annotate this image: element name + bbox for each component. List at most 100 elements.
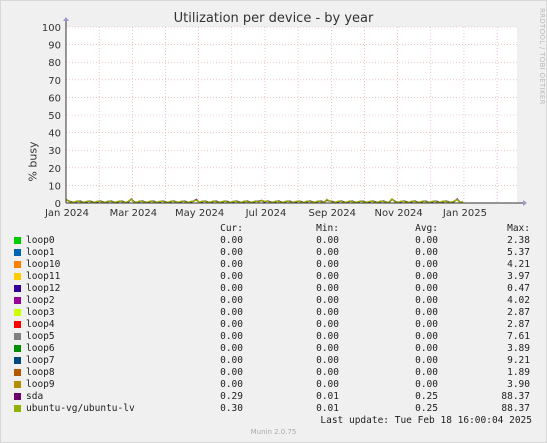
legend-swatch bbox=[14, 261, 21, 268]
legend-value-max: 4.21 bbox=[507, 259, 530, 270]
y-tick-label: 30 bbox=[48, 146, 61, 157]
legend-value-min: 0.00 bbox=[316, 235, 339, 246]
legend-value-cur: 0.00 bbox=[220, 319, 243, 330]
legend-value-max: 7.61 bbox=[507, 331, 530, 342]
legend-series-name: loop5 bbox=[26, 331, 55, 342]
y-tick-label: 70 bbox=[48, 76, 61, 87]
legend-value-cur: 0.30 bbox=[220, 403, 243, 414]
legend-value-cur: 0.00 bbox=[220, 247, 243, 258]
legend-value-cur: 0.00 bbox=[220, 283, 243, 294]
x-tick-label: Jul 2024 bbox=[245, 208, 287, 219]
legend-row: loop11 0.00 0.00 0.00 3.97 bbox=[0, 271, 547, 283]
legend-swatch bbox=[14, 297, 21, 304]
legend-series-name: loop8 bbox=[26, 367, 55, 378]
last-update: Last update: Tue Feb 18 16:00:04 2025 bbox=[320, 415, 532, 426]
legend-value-cur: 0.00 bbox=[220, 355, 243, 366]
legend-value-avg: 0.00 bbox=[415, 379, 438, 390]
legend-row: loop6 0.00 0.00 0.00 3.89 bbox=[0, 343, 547, 355]
x-tick-label: Jan 2024 bbox=[44, 208, 89, 219]
legend-row: loop1 0.00 0.00 0.00 5.37 bbox=[0, 247, 547, 259]
legend-value-avg: 0.00 bbox=[415, 331, 438, 342]
legend-value-min: 0.00 bbox=[316, 271, 339, 282]
legend-row: loop5 0.00 0.00 0.00 7.61 bbox=[0, 331, 547, 343]
legend-value-min: 0.00 bbox=[316, 283, 339, 294]
legend-value-max: 5.37 bbox=[507, 247, 530, 258]
legend-value-min: 0.01 bbox=[316, 403, 339, 414]
legend-value-cur: 0.00 bbox=[220, 259, 243, 270]
legend-series-name: loop10 bbox=[26, 259, 61, 270]
y-tick-label: 100 bbox=[42, 23, 61, 34]
legend-swatch bbox=[14, 405, 21, 412]
legend-value-cur: 0.00 bbox=[220, 343, 243, 354]
legend-value-avg: 0.00 bbox=[415, 235, 438, 246]
legend-swatch bbox=[14, 309, 21, 316]
legend-row: loop0 0.00 0.00 0.00 2.38 bbox=[0, 235, 547, 247]
legend-value-max: 88.37 bbox=[501, 391, 530, 402]
legend-value-avg: 0.00 bbox=[415, 367, 438, 378]
legend-value-max: 3.97 bbox=[507, 271, 530, 282]
legend-row: sda 0.29 0.01 0.25 88.37 bbox=[0, 391, 547, 403]
legend-value-avg: 0.00 bbox=[415, 295, 438, 306]
munin-version: Munin 2.0.75 bbox=[250, 428, 297, 436]
legend-value-min: 0.00 bbox=[316, 367, 339, 378]
y-tick-label: 10 bbox=[48, 181, 61, 192]
legend-value-max: 9.21 bbox=[507, 355, 530, 366]
legend-series-name: loop9 bbox=[26, 379, 55, 390]
legend-row: loop8 0.00 0.00 0.00 1.89 bbox=[0, 367, 547, 379]
legend-value-avg: 0.00 bbox=[415, 283, 438, 294]
legend-swatch bbox=[14, 369, 21, 376]
x-tick-label: Mar 2024 bbox=[110, 208, 158, 219]
legend-value-avg: 0.00 bbox=[415, 307, 438, 318]
y-axis-arrow bbox=[63, 17, 69, 21]
legend-header-avg: Avg: bbox=[415, 223, 438, 234]
y-tick-label: 20 bbox=[48, 164, 61, 175]
legend-row: loop9 0.00 0.00 0.00 3.90 bbox=[0, 379, 547, 391]
legend-swatch bbox=[14, 321, 21, 328]
x-tick-label: Nov 2024 bbox=[375, 208, 423, 219]
y-tick-label: 50 bbox=[48, 111, 61, 122]
legend-header-min: Min: bbox=[316, 223, 339, 234]
legend-swatch bbox=[14, 237, 21, 244]
legend-header-max: Max: bbox=[507, 223, 530, 234]
x-axis-arrow bbox=[523, 200, 527, 206]
legend-value-min: 0.00 bbox=[316, 295, 339, 306]
legend-value-min: 0.01 bbox=[316, 391, 339, 402]
legend-swatch bbox=[14, 249, 21, 256]
legend-series-name: loop11 bbox=[26, 271, 61, 282]
y-tick-label: 80 bbox=[48, 58, 61, 69]
legend-value-cur: 0.00 bbox=[220, 331, 243, 342]
legend-series-name: loop2 bbox=[26, 295, 55, 306]
legend-value-max: 3.89 bbox=[507, 343, 530, 354]
legend-series-name: ubuntu-vg/ubuntu-lv bbox=[26, 403, 135, 414]
legend-value-max: 1.89 bbox=[507, 367, 530, 378]
legend-swatch bbox=[14, 393, 21, 400]
x-tick-label: May 2024 bbox=[175, 208, 224, 219]
legend-row: loop2 0.00 0.00 0.00 4.02 bbox=[0, 295, 547, 307]
legend-value-cur: 0.00 bbox=[220, 295, 243, 306]
legend-value-min: 0.00 bbox=[316, 307, 339, 318]
legend-header-cur: Cur: bbox=[220, 223, 243, 234]
legend-row: loop10 0.00 0.00 0.00 4.21 bbox=[0, 259, 547, 271]
y-tick-label: 90 bbox=[48, 41, 61, 52]
legend-value-min: 0.00 bbox=[316, 379, 339, 390]
legend-series-name: loop12 bbox=[26, 283, 61, 294]
x-tick-label: Sep 2024 bbox=[309, 208, 356, 219]
legend-value-cur: 0.00 bbox=[220, 367, 243, 378]
legend-value-min: 0.00 bbox=[316, 259, 339, 270]
legend-value-max: 2.87 bbox=[507, 319, 530, 330]
legend-value-min: 0.00 bbox=[316, 319, 339, 330]
legend-series-name: loop7 bbox=[26, 355, 55, 366]
y-tick-label: 60 bbox=[48, 93, 61, 104]
legend-value-min: 0.00 bbox=[316, 331, 339, 342]
legend-value-min: 0.00 bbox=[316, 247, 339, 258]
legend-value-max: 88.37 bbox=[501, 403, 530, 414]
legend-value-avg: 0.25 bbox=[415, 391, 438, 402]
legend-swatch bbox=[14, 273, 21, 280]
legend-value-min: 0.00 bbox=[316, 343, 339, 354]
legend-value-avg: 0.00 bbox=[415, 247, 438, 258]
legend-value-max: 0.47 bbox=[507, 283, 530, 294]
legend-series-name: loop1 bbox=[26, 247, 55, 258]
legend-value-cur: 0.00 bbox=[220, 235, 243, 246]
legend-series-name: loop4 bbox=[26, 319, 55, 330]
legend-row: loop7 0.00 0.00 0.00 9.21 bbox=[0, 355, 547, 367]
